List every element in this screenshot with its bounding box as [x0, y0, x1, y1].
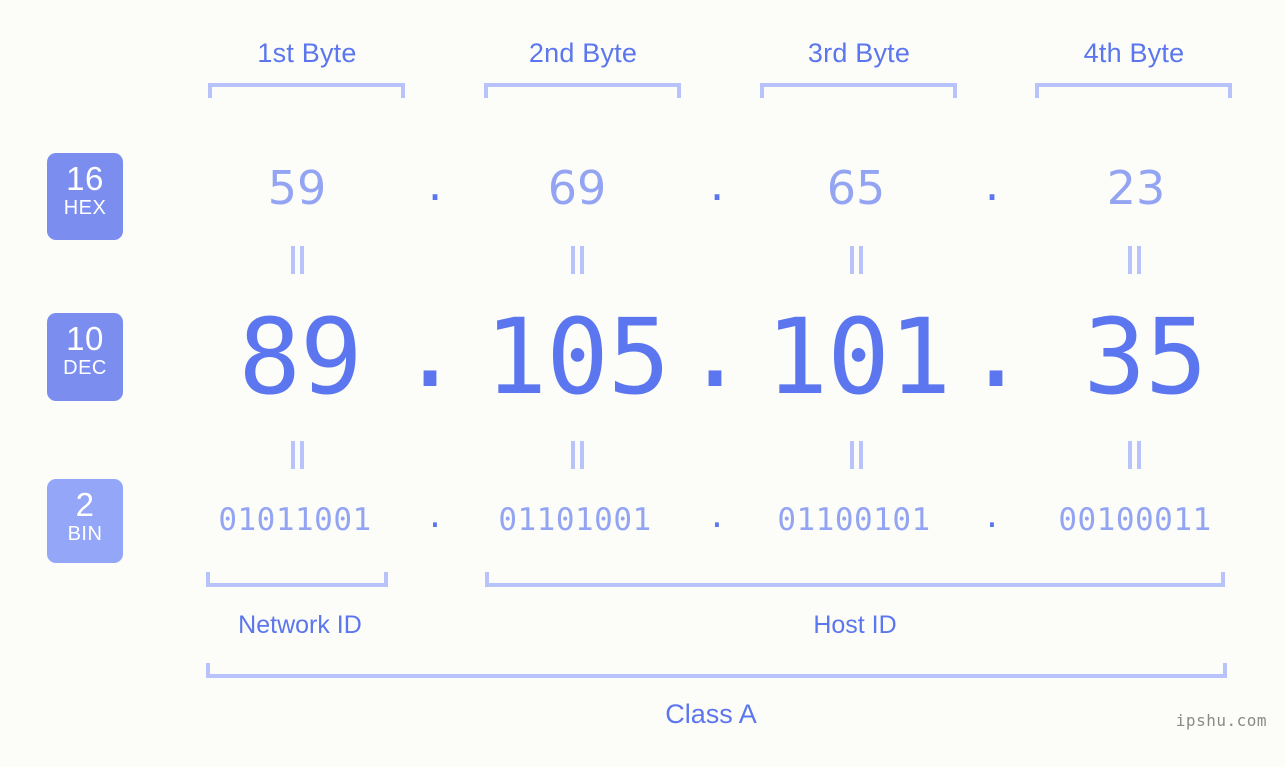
hex-octet-1: 59 — [267, 161, 327, 215]
class-label: Class A — [665, 699, 757, 729]
ip-address-diagram: 1st Byte 2nd Byte 3rd Byte 4th Byte 16 H… — [0, 0, 1285, 767]
byte-header-1: 1st Byte — [257, 38, 357, 68]
bin-separator-1: . — [425, 499, 445, 535]
byte-bracket-3 — [760, 83, 957, 98]
equals-connector-dec-bin-4 — [1121, 441, 1147, 469]
base-badge-bin-abbr: BIN — [67, 523, 103, 545]
byte-header-2: 2nd Byte — [528, 38, 638, 68]
byte-bracket-4 — [1035, 83, 1232, 98]
dec-octet-1: 89 — [238, 296, 362, 418]
base-badge-hex: 16 HEX — [47, 153, 123, 240]
bin-octet-2: 01101001 — [498, 502, 652, 538]
byte-header-3: 3rd Byte — [807, 38, 911, 68]
byte-bracket-1 — [208, 83, 405, 98]
dec-octet-4: 35 — [1083, 296, 1207, 418]
base-badge-hex-abbr: HEX — [63, 197, 107, 219]
host-id-bracket — [485, 572, 1225, 587]
hex-octet-2: 69 — [547, 161, 607, 215]
host-id-label: Host ID — [813, 611, 897, 639]
dec-octet-3: 101 — [765, 296, 952, 418]
base-badge-dec-number: 10 — [66, 320, 104, 357]
equals-connector-hex-dec-1 — [284, 246, 310, 274]
hex-separator-1: . — [427, 157, 443, 211]
base-badge-dec: 10 DEC — [47, 313, 123, 401]
base-badge-dec-abbr: DEC — [63, 357, 107, 379]
equals-connector-hex-dec-3 — [843, 246, 869, 274]
bin-octet-3: 01100101 — [777, 502, 931, 538]
class-bracket — [206, 663, 1227, 678]
base-badge-bin: 2 BIN — [47, 479, 123, 563]
bin-separator-3: . — [982, 499, 1002, 535]
dec-separator-3: . — [964, 289, 1028, 411]
equals-connector-dec-bin-1 — [284, 441, 310, 469]
base-badge-hex-number: 16 — [66, 160, 104, 197]
dec-octet-2: 105 — [484, 296, 671, 418]
hex-separator-3: . — [984, 157, 1000, 211]
bin-octet-1: 01011001 — [218, 502, 372, 538]
site-watermark: ipshu.com — [1175, 711, 1267, 730]
hex-separator-2: . — [709, 157, 725, 211]
equals-connector-dec-bin-2 — [564, 441, 590, 469]
base-badge-bin-number: 2 — [75, 486, 95, 523]
equals-connector-hex-dec-2 — [564, 246, 590, 274]
hex-octet-3: 65 — [826, 161, 886, 215]
equals-connector-hex-dec-4 — [1121, 246, 1147, 274]
bin-octet-4: 00100011 — [1058, 502, 1212, 538]
byte-header-4: 4th Byte — [1083, 38, 1185, 68]
hex-octet-4: 23 — [1106, 161, 1166, 215]
equals-connector-dec-bin-3 — [843, 441, 869, 469]
network-id-bracket — [206, 572, 388, 587]
byte-bracket-2 — [484, 83, 681, 98]
network-id-label: Network ID — [238, 611, 362, 639]
